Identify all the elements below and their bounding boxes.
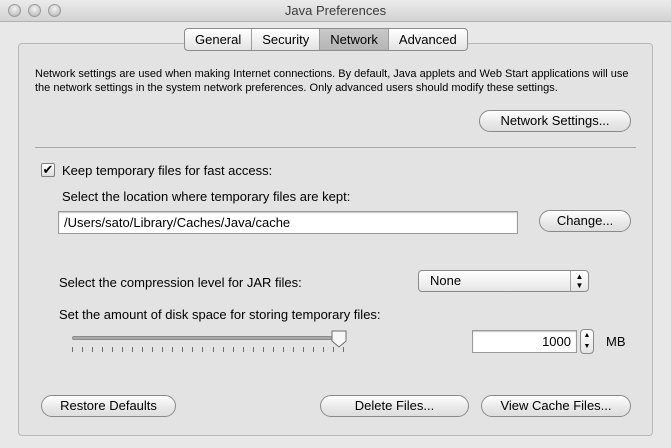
tab-general[interactable]: General — [185, 29, 253, 50]
slider-tick — [313, 347, 314, 352]
slider-tick — [303, 347, 304, 352]
network-settings-button[interactable]: Network Settings... — [479, 110, 631, 132]
slider-tick — [112, 347, 113, 352]
updown-arrows-icon: ▲ ▼ — [570, 271, 588, 291]
network-panel — [18, 43, 653, 436]
tab-bar: General Security Network Advanced — [184, 28, 468, 51]
section-divider — [35, 147, 636, 148]
slider-tick — [122, 347, 123, 352]
slider-tick — [223, 347, 224, 352]
slider-tick — [192, 347, 193, 352]
slider-tick — [182, 347, 183, 352]
slider-tick — [172, 347, 173, 352]
slider-tick — [233, 347, 234, 352]
slider-tick — [263, 347, 264, 352]
slider-tick — [273, 347, 274, 352]
slider-tick — [152, 347, 153, 352]
compression-label: Select the compression level for JAR fil… — [59, 275, 302, 290]
checkmark-icon: ✔ — [42, 162, 54, 177]
slider-tick — [82, 347, 83, 352]
disk-space-slider-thumb[interactable] — [331, 330, 347, 348]
slider-tick — [243, 347, 244, 352]
compression-select[interactable]: None ▲ ▼ — [418, 270, 589, 292]
java-preferences-window: Java Preferences General Security Networ… — [0, 0, 671, 448]
location-label: Select the location where temporary file… — [62, 189, 351, 204]
restore-defaults-button[interactable]: Restore Defaults — [41, 395, 176, 417]
slider-tick — [202, 347, 203, 352]
compression-selected-value: None — [430, 273, 462, 288]
tab-network[interactable]: Network — [320, 29, 389, 50]
change-location-button[interactable]: Change... — [539, 210, 631, 232]
slider-tick — [102, 347, 103, 352]
network-description: Network settings are used when making In… — [35, 68, 629, 94]
disk-space-slider-track[interactable] — [72, 336, 344, 340]
slider-tick — [72, 347, 73, 352]
stepper-arrows-icon[interactable]: ▲ ▼ — [580, 329, 594, 354]
delete-files-button[interactable]: Delete Files... — [320, 395, 469, 417]
slider-tick — [142, 347, 143, 352]
slider-tick — [253, 347, 254, 352]
slider-tick — [162, 347, 163, 352]
disk-space-input[interactable]: 1000 — [472, 330, 577, 353]
keep-temp-files-checkbox[interactable]: ✔ — [41, 163, 55, 177]
slider-tick — [132, 347, 133, 352]
slider-tick — [293, 347, 294, 352]
tab-advanced[interactable]: Advanced — [389, 29, 467, 50]
slider-tick — [213, 347, 214, 352]
title-bar[interactable]: Java Preferences — [0, 0, 671, 22]
tab-security[interactable]: Security — [252, 29, 321, 50]
view-cache-files-button[interactable]: View Cache Files... — [481, 395, 631, 417]
slider-tick — [283, 347, 284, 352]
slider-tick — [92, 347, 93, 352]
cache-location-field[interactable]: /Users/sato/Library/Caches/Java/cache — [58, 211, 518, 234]
disk-space-label: Set the amount of disk space for storing… — [59, 307, 381, 322]
slider-tick — [323, 347, 324, 352]
disk-space-slider-ticks — [72, 347, 344, 353]
keep-temp-files-label[interactable]: Keep temporary files for fast access: — [62, 163, 272, 178]
window-title: Java Preferences — [284, 3, 387, 18]
disk-space-unit: MB — [606, 334, 626, 349]
